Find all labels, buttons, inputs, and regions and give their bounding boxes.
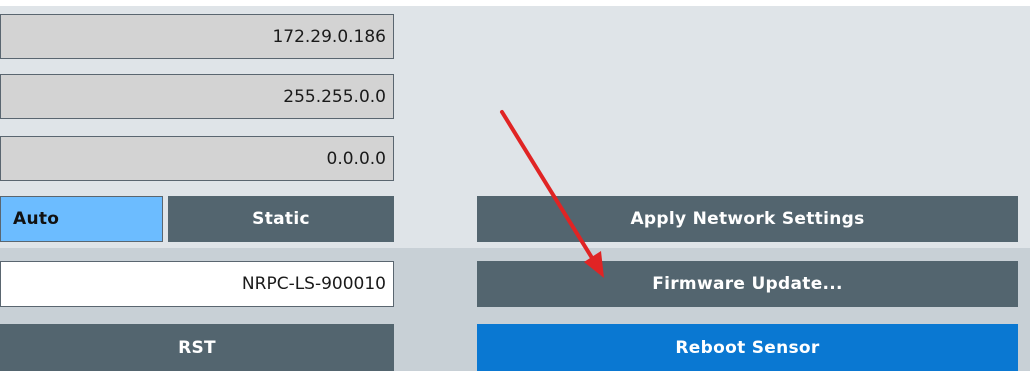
subnet-mask-value: 255.255.0.0: [283, 86, 386, 107]
firmware-update-label: Firmware Update...: [652, 274, 843, 294]
firmware-update-button[interactable]: Firmware Update...: [477, 261, 1018, 307]
apply-network-settings-button[interactable]: Apply Network Settings: [477, 196, 1018, 242]
hostname-field[interactable]: NRPC-LS-900010: [0, 261, 394, 307]
mode-static-label: Static: [252, 209, 310, 229]
ip-address-value: 172.29.0.186: [272, 26, 386, 47]
mode-auto-label: Auto: [13, 209, 60, 229]
ip-address-field[interactable]: 172.29.0.186: [0, 14, 394, 59]
hostname-value: NRPC-LS-900010: [241, 274, 386, 294]
gateway-value: 0.0.0.0: [326, 148, 386, 169]
rst-button[interactable]: RST: [0, 324, 394, 371]
subnet-mask-field[interactable]: 255.255.0.0: [0, 74, 394, 119]
rst-label: RST: [178, 337, 216, 358]
mode-auto-button[interactable]: Auto: [0, 196, 163, 242]
gateway-field[interactable]: 0.0.0.0: [0, 136, 394, 181]
reboot-sensor-label: Reboot Sensor: [675, 337, 820, 358]
apply-network-settings-label: Apply Network Settings: [630, 209, 865, 229]
reboot-sensor-button[interactable]: Reboot Sensor: [477, 324, 1018, 371]
mode-static-button[interactable]: Static: [168, 196, 394, 242]
network-settings-panel: 172.29.0.186 255.255.0.0 0.0.0.0 Auto St…: [0, 0, 1036, 371]
